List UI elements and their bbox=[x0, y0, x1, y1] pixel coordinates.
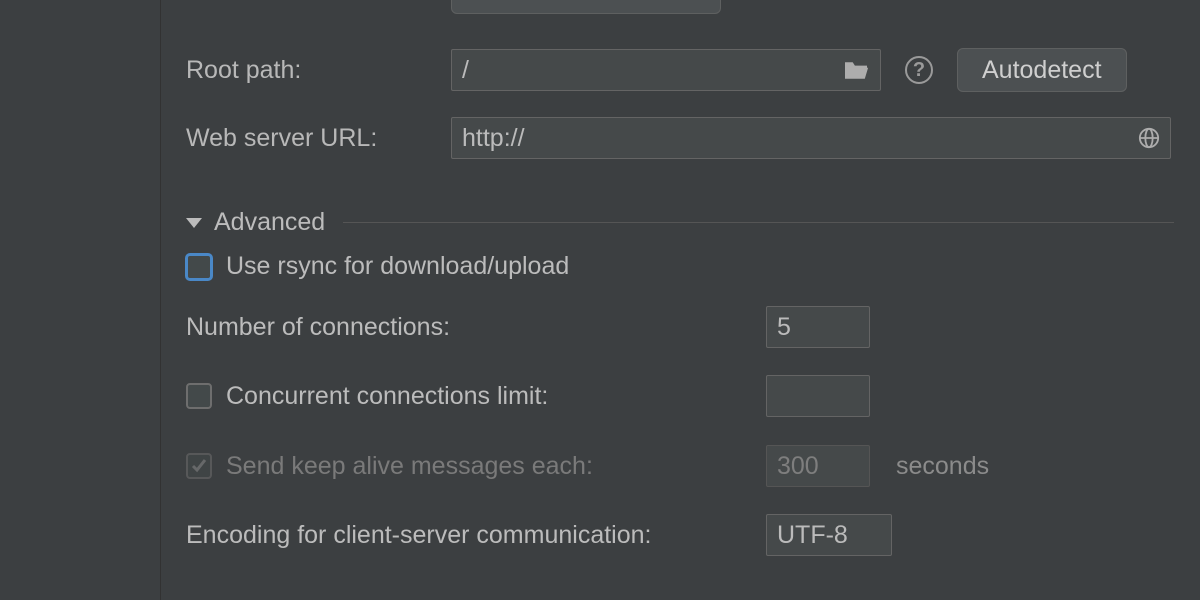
globe-icon[interactable] bbox=[1138, 127, 1160, 149]
root-path-value: / bbox=[462, 56, 842, 85]
check-icon bbox=[191, 458, 207, 474]
concurrent-limit-checkbox[interactable] bbox=[186, 383, 212, 409]
settings-tree-separator bbox=[160, 0, 161, 600]
keep-alive-value: 300 bbox=[777, 452, 819, 481]
num-connections-label: Number of connections: bbox=[186, 313, 766, 342]
section-divider bbox=[343, 222, 1174, 223]
root-path-field[interactable]: / bbox=[451, 49, 881, 91]
deployment-connection-panel: Root path: / ? Autodetect Web server URL… bbox=[186, 0, 1174, 600]
concurrent-limit-label: Concurrent connections limit: bbox=[226, 382, 766, 411]
help-icon[interactable]: ? bbox=[905, 56, 933, 84]
encoding-label: Encoding for client-server communication… bbox=[186, 521, 766, 550]
autodetect-button[interactable]: Autodetect bbox=[957, 48, 1127, 92]
keep-alive-label: Send keep alive messages each: bbox=[226, 452, 766, 481]
num-connections-field[interactable]: 5 bbox=[766, 306, 870, 348]
root-path-label: Root path: bbox=[186, 56, 451, 85]
advanced-section-title: Advanced bbox=[214, 208, 325, 237]
keep-alive-field: 300 bbox=[766, 445, 870, 487]
autodetect-label: Autodetect bbox=[982, 56, 1102, 85]
advanced-section-header[interactable]: Advanced bbox=[186, 208, 1174, 237]
encoding-value: UTF-8 bbox=[777, 521, 848, 550]
root-path-row: Root path: / ? Autodetect bbox=[186, 48, 1174, 92]
encoding-row: Encoding for client-server communication… bbox=[186, 514, 1174, 556]
web-server-url-value: http:// bbox=[462, 124, 1138, 153]
encoding-field[interactable]: UTF-8 bbox=[766, 514, 892, 556]
concurrent-limit-row: Concurrent connections limit: bbox=[186, 375, 1174, 417]
concurrent-limit-field[interactable] bbox=[766, 375, 870, 417]
use-rsync-row: Use rsync for download/upload bbox=[186, 252, 1174, 281]
web-server-url-field[interactable]: http:// bbox=[451, 117, 1171, 159]
web-server-url-row: Web server URL: http:// bbox=[186, 117, 1174, 159]
test-connection-button[interactable] bbox=[451, 0, 721, 14]
num-connections-value: 5 bbox=[777, 313, 791, 342]
chevron-down-icon bbox=[186, 218, 202, 228]
use-rsync-label: Use rsync for download/upload bbox=[226, 252, 569, 281]
use-rsync-checkbox[interactable] bbox=[186, 254, 212, 280]
keep-alive-row: Send keep alive messages each: 300 secon… bbox=[186, 445, 1174, 487]
web-server-url-label: Web server URL: bbox=[186, 124, 451, 153]
keep-alive-suffix: seconds bbox=[896, 452, 989, 481]
num-connections-row: Number of connections: 5 bbox=[186, 306, 1174, 348]
keep-alive-checkbox bbox=[186, 453, 212, 479]
folder-open-icon[interactable] bbox=[842, 59, 870, 81]
